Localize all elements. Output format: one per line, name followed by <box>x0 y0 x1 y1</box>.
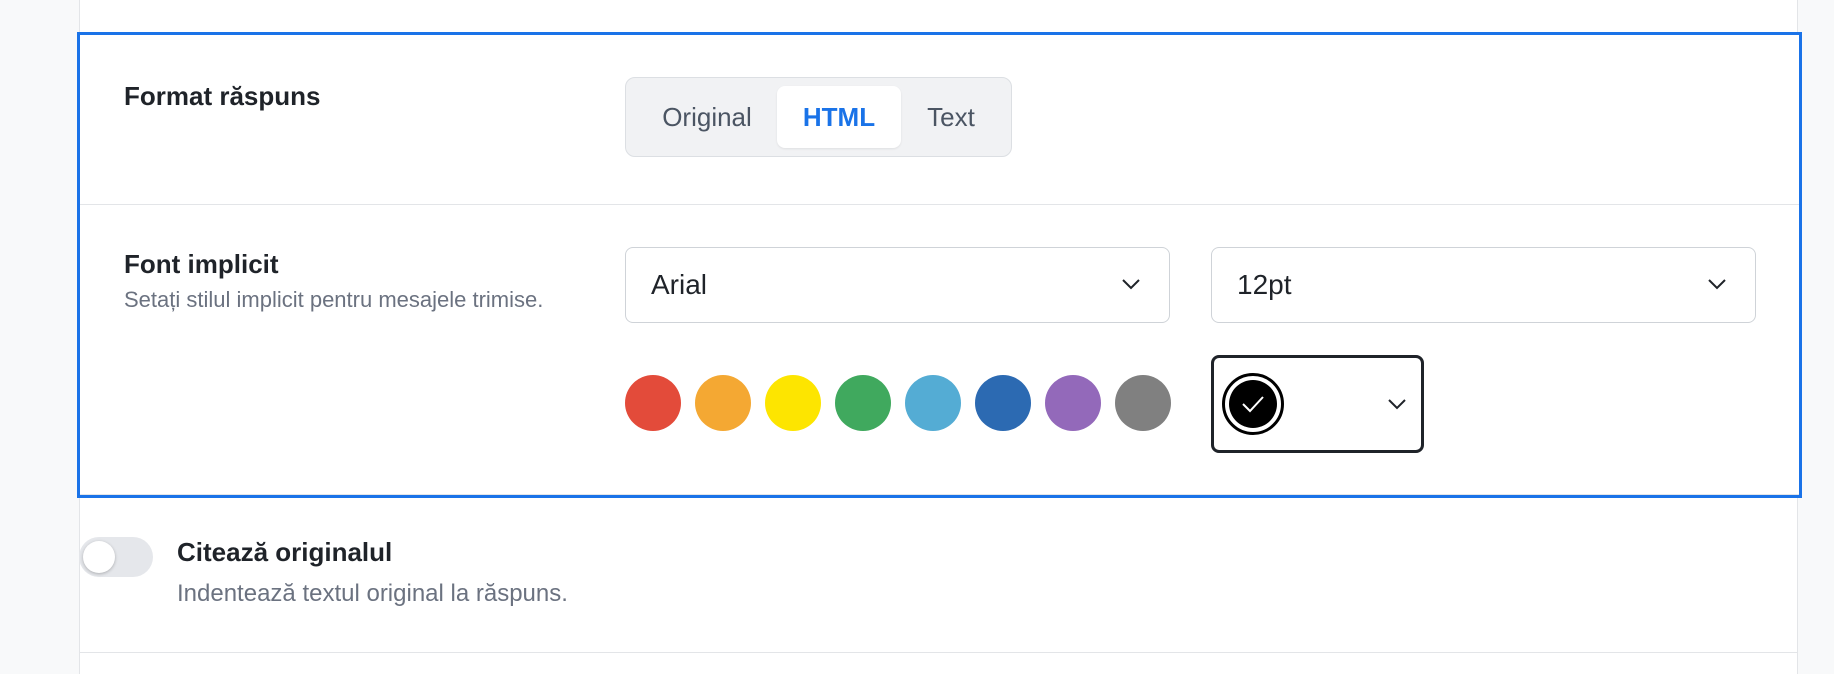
color-swatch-gray[interactable] <box>1115 375 1171 431</box>
chevron-down-icon <box>1388 399 1406 410</box>
chevron-down-icon <box>1708 279 1726 290</box>
check-icon <box>1242 396 1264 413</box>
reply-format-option-text[interactable]: Text <box>906 86 996 148</box>
default-font-title: Font implicit <box>124 249 279 279</box>
reply-format-segmented-control: Original HTML Text <box>625 77 1012 157</box>
reply-format-option-original[interactable]: Original <box>644 86 770 148</box>
quote-original-toggle[interactable] <box>79 537 153 577</box>
reply-format-title: Format răspuns <box>124 81 321 111</box>
row-divider <box>80 204 1799 205</box>
font-size-select[interactable]: 12pt <box>1211 247 1756 323</box>
color-swatch-light-blue[interactable] <box>905 375 961 431</box>
color-swatch-blue[interactable] <box>975 375 1031 431</box>
color-swatch-orange[interactable] <box>695 375 751 431</box>
color-swatch-purple[interactable] <box>1045 375 1101 431</box>
row-divider <box>80 494 1799 495</box>
toggle-knob <box>83 541 115 573</box>
quote-original-description: Indentează textul original la răspuns. <box>177 580 568 607</box>
default-font-description: Setați stilul implicit pentru mesajele t… <box>124 287 544 312</box>
color-swatch-green[interactable] <box>835 375 891 431</box>
reply-format-option-html[interactable]: HTML <box>777 86 901 148</box>
font-family-select[interactable]: Arial <box>625 247 1170 323</box>
chevron-down-icon <box>1122 279 1140 290</box>
font-size-value: 12pt <box>1237 269 1292 300</box>
selected-color-indicator <box>1222 373 1284 435</box>
color-swatch-yellow[interactable] <box>765 375 821 431</box>
font-family-value: Arial <box>651 269 708 300</box>
color-picker-select[interactable] <box>1211 355 1424 453</box>
section-divider-bottom <box>80 652 1797 653</box>
quote-original-title: Citează originalul <box>177 537 393 567</box>
compose-format-panel: Format răspuns Original HTML Text Font i… <box>77 32 1802 498</box>
color-swatch-red[interactable] <box>625 375 681 431</box>
